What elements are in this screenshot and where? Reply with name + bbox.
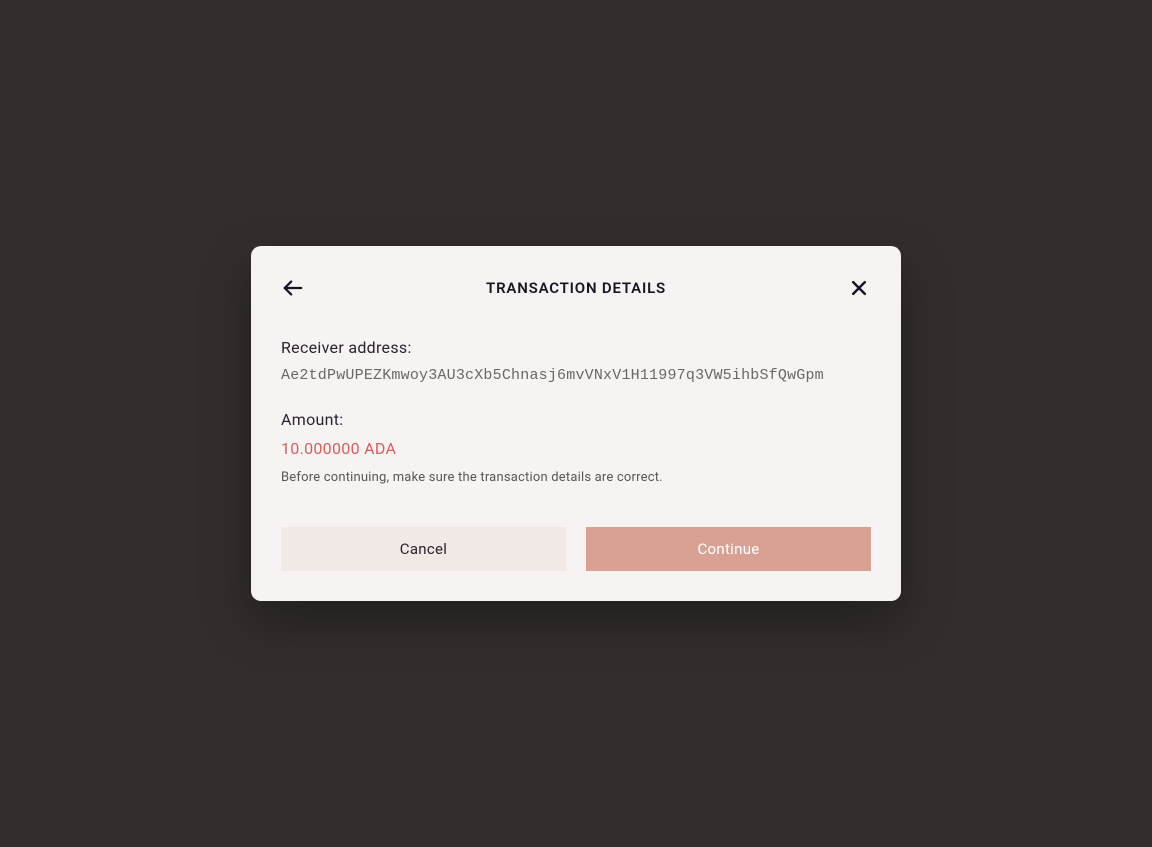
amount-label: Amount: bbox=[281, 410, 871, 429]
cancel-button[interactable]: Cancel bbox=[281, 527, 566, 571]
modal-title: TRANSACTION DETAILS bbox=[486, 279, 666, 297]
receiver-address-value: Ae2tdPwUPEZKmwoy3AU3cXb5Chnasj6mvVNxV1H1… bbox=[281, 367, 871, 384]
amount-value: 10.000000 ADA bbox=[281, 439, 871, 458]
warning-text: Before continuing, make sure the transac… bbox=[281, 470, 871, 485]
close-button[interactable] bbox=[847, 276, 871, 300]
receiver-address-label: Receiver address: bbox=[281, 338, 871, 357]
arrow-left-icon bbox=[282, 277, 304, 299]
close-icon bbox=[849, 278, 869, 298]
receiver-section: Receiver address: Ae2tdPwUPEZKmwoy3AU3cX… bbox=[281, 338, 871, 384]
continue-button[interactable]: Continue bbox=[586, 527, 871, 571]
back-button[interactable] bbox=[281, 276, 305, 300]
modal-header: TRANSACTION DETAILS bbox=[281, 276, 871, 300]
amount-section: Amount: 10.000000 ADA bbox=[281, 410, 871, 458]
button-row: Cancel Continue bbox=[281, 527, 871, 571]
transaction-details-modal: TRANSACTION DETAILS Receiver address: Ae… bbox=[251, 246, 901, 601]
